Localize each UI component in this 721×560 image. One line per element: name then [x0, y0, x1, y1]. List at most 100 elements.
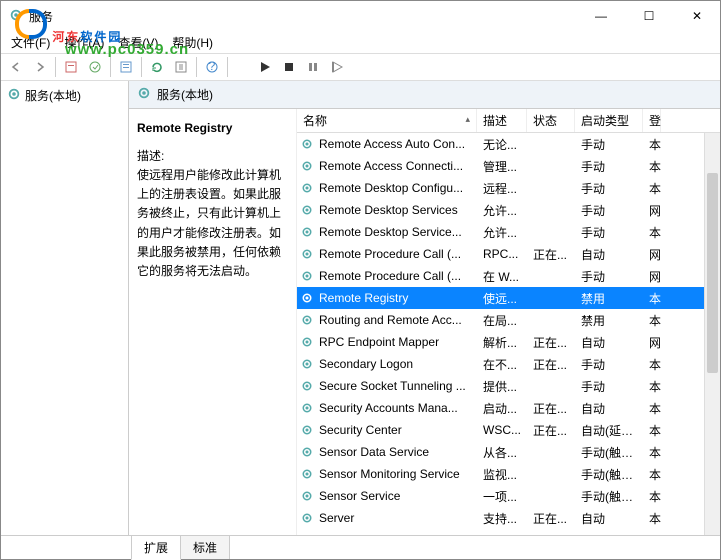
table-row[interactable]: Remote Desktop Services允许...手动网 [297, 199, 720, 221]
cell-desc: 提供... [477, 378, 527, 395]
table-row[interactable]: Sensor Monitoring Service监视...手动(触发...本 [297, 463, 720, 485]
cell-logon: 本 [643, 466, 661, 483]
cell-desc: 远程... [477, 180, 527, 197]
list-header: 名称▴ 描述 状态 启动类型 登 [297, 109, 720, 133]
cell-logon: 本 [643, 422, 661, 439]
table-row[interactable]: Remote Procedure Call (...在 W...手动网 [297, 265, 720, 287]
col-header-logon[interactable]: 登 [643, 109, 661, 132]
gear-icon [297, 335, 313, 349]
menu-view[interactable]: 查看(V) [112, 32, 164, 53]
table-row[interactable]: Remote Registry使远...禁用本 [297, 287, 720, 309]
cell-logon: 本 [643, 312, 661, 329]
tab-standard[interactable]: 标准 [180, 535, 230, 559]
cell-status: 正在... [527, 356, 575, 373]
cell-logon: 本 [643, 290, 661, 307]
cell-desc: 监视... [477, 466, 527, 483]
properties-button[interactable] [115, 56, 137, 78]
detail-desc-label: 描述: [137, 147, 288, 164]
sort-asc-icon: ▴ [465, 114, 470, 125]
cell-logon: 本 [643, 136, 661, 153]
gear-icon [297, 159, 313, 173]
detail-desc-text: 使远程用户能修改此计算机上的注册表设置。如果此服务被终止，只有此计算机上的用户才… [137, 166, 288, 281]
table-row[interactable]: Server支持...正在...自动本 [297, 507, 720, 529]
table-row[interactable]: Secure Socket Tunneling ...提供...手动本 [297, 375, 720, 397]
menu-action[interactable]: 操作(A) [58, 32, 110, 53]
toolbar-icon-1[interactable] [60, 56, 82, 78]
table-row[interactable]: Sensor Data Service从各...手动(触发...本 [297, 441, 720, 463]
cell-desc: 解析... [477, 334, 527, 351]
cell-logon: 本 [643, 158, 661, 175]
gear-icon [297, 181, 313, 195]
table-row[interactable]: Security Accounts Mana...启动...正在...自动本 [297, 397, 720, 419]
close-button[interactable]: ✕ [682, 9, 712, 23]
cell-logon: 本 [643, 180, 661, 197]
col-header-status[interactable]: 状态 [527, 109, 575, 132]
cell-status: 正在... [527, 246, 575, 263]
start-service-button[interactable] [254, 56, 276, 78]
cell-name: Secondary Logon [313, 357, 477, 371]
scrollbar-thumb[interactable] [707, 173, 718, 373]
cell-name: Remote Desktop Service... [313, 225, 477, 239]
toolbar-icon-2[interactable] [84, 56, 106, 78]
gear-icon [297, 313, 313, 327]
table-row[interactable]: Secondary Logon在不...正在...手动本 [297, 353, 720, 375]
cell-name: Remote Desktop Configu... [313, 181, 477, 195]
gear-icon [297, 423, 313, 437]
tree-item-services-local[interactable]: 服务(本地) [5, 85, 124, 106]
col-header-desc[interactable]: 描述 [477, 109, 527, 132]
gear-icon [297, 357, 313, 371]
cell-startup: 自动 [575, 510, 643, 527]
cell-desc: 启动... [477, 400, 527, 417]
cell-logon: 本 [643, 356, 661, 373]
cell-startup: 手动 [575, 224, 643, 241]
col-header-name[interactable]: 名称▴ [297, 109, 477, 132]
refresh-button[interactable] [146, 56, 168, 78]
tab-extended[interactable]: 扩展 [131, 535, 181, 560]
cell-name: Security Accounts Mana... [313, 401, 477, 415]
cell-logon: 网 [643, 268, 661, 285]
gear-icon [297, 379, 313, 393]
cell-logon: 本 [643, 510, 661, 527]
gear-icon [297, 445, 313, 459]
cell-desc: 在 W... [477, 268, 527, 285]
right-header: 服务(本地) [129, 81, 720, 109]
cell-logon: 网 [643, 334, 661, 351]
menu-help[interactable]: 帮助(H) [166, 32, 219, 53]
cell-name: Remote Access Auto Con... [313, 137, 477, 151]
left-tree-pane: 服务(本地) [1, 81, 129, 535]
cell-name: Security Center [313, 423, 477, 437]
table-row[interactable]: Remote Procedure Call (...RPC...正在...自动网 [297, 243, 720, 265]
minimize-button[interactable]: — [586, 9, 616, 23]
cell-desc: 在局... [477, 312, 527, 329]
menubar: 文件(F) 操作(A) 查看(V) 帮助(H) [1, 31, 720, 53]
cell-startup: 手动 [575, 378, 643, 395]
forward-button[interactable] [29, 56, 51, 78]
gear-icon [297, 225, 313, 239]
pause-service-button[interactable] [302, 56, 324, 78]
tree-item-label: 服务(本地) [25, 87, 81, 104]
export-button[interactable] [170, 56, 192, 78]
cell-name: Sensor Service [313, 489, 477, 503]
toolbar: ? [1, 53, 720, 81]
col-header-startup[interactable]: 启动类型 [575, 109, 643, 132]
table-row[interactable]: Remote Access Connecti...管理...手动本 [297, 155, 720, 177]
table-row[interactable]: Remote Desktop Configu...远程...手动本 [297, 177, 720, 199]
back-button[interactable] [5, 56, 27, 78]
table-row[interactable]: RPC Endpoint Mapper解析...正在...自动网 [297, 331, 720, 353]
cell-desc: 允许... [477, 224, 527, 241]
menu-file[interactable]: 文件(F) [5, 32, 56, 53]
gear-icon [297, 511, 313, 525]
table-row[interactable]: Remote Desktop Service...允许...手动本 [297, 221, 720, 243]
table-row[interactable]: Remote Access Auto Con...无论...手动本 [297, 133, 720, 155]
window-title: 服务 [29, 8, 586, 25]
help-button[interactable]: ? [201, 56, 223, 78]
table-row[interactable]: Sensor Service一项...手动(触发...本 [297, 485, 720, 507]
cell-status: 正在... [527, 422, 575, 439]
table-row[interactable]: Security CenterWSC...正在...自动(延迟...本 [297, 419, 720, 441]
vertical-scrollbar[interactable] [704, 133, 720, 535]
stop-service-button[interactable] [278, 56, 300, 78]
table-row[interactable]: Routing and Remote Acc...在局...禁用本 [297, 309, 720, 331]
cell-startup: 手动 [575, 136, 643, 153]
maximize-button[interactable]: ☐ [634, 9, 664, 23]
restart-service-button[interactable] [326, 56, 348, 78]
